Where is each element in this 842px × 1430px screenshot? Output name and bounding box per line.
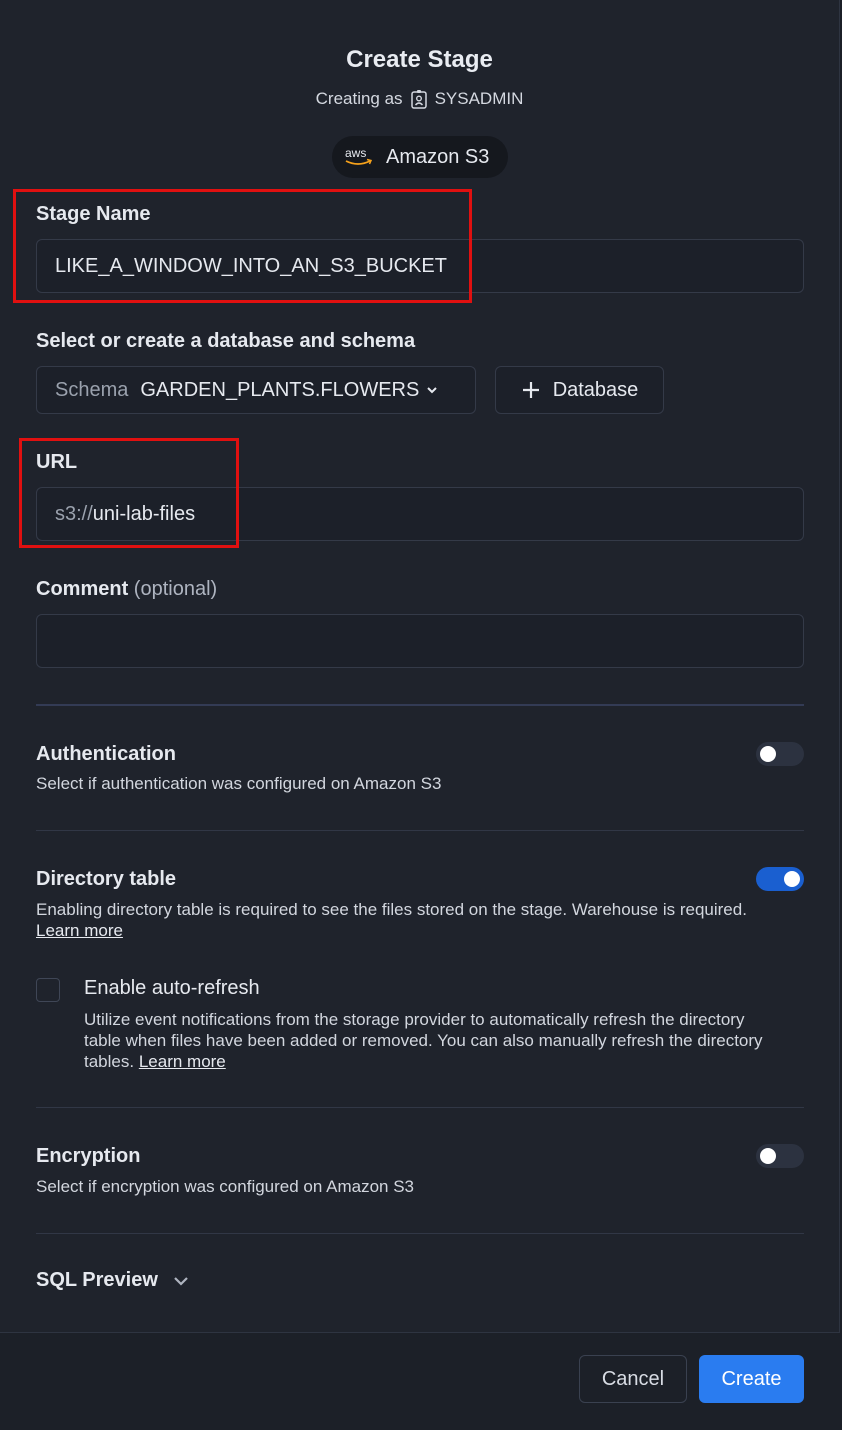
highlight-url (19, 438, 239, 548)
comment-input[interactable] (36, 614, 804, 668)
auto-refresh-checkbox[interactable] (36, 978, 60, 1002)
comment-label: Comment (optional) (36, 578, 217, 601)
cancel-button[interactable]: Cancel (579, 1355, 687, 1403)
auto-refresh-learn-more-link[interactable]: Learn more (139, 1052, 226, 1071)
schema-section-label: Select or create a database and schema (36, 330, 416, 352)
directory-table-learn-more-link[interactable]: Learn more (36, 921, 123, 940)
aws-logo-icon: aws (345, 146, 373, 165)
comment-label-text: Comment (36, 578, 129, 600)
toggle-knob (760, 746, 776, 762)
auto-refresh-description: Utilize event notifications from the sto… (84, 1009, 784, 1072)
chevron-down-icon (427, 387, 438, 394)
section-divider (36, 1233, 804, 1234)
user-badge-icon (410, 90, 427, 109)
toggle-knob (784, 871, 800, 887)
chevron-down-icon (174, 1276, 188, 1286)
section-divider (36, 830, 804, 831)
section-divider (36, 1107, 804, 1108)
authentication-toggle[interactable] (756, 742, 804, 766)
schema-select-prefix: Schema (55, 378, 129, 401)
encryption-description: Select if encryption was configured on A… (36, 1177, 414, 1196)
encryption-title: Encryption (36, 1145, 141, 1167)
aws-logo-text: aws (345, 146, 366, 160)
directory-table-toggle[interactable] (756, 867, 804, 891)
add-database-label: Database (552, 378, 639, 401)
sql-preview-toggle[interactable]: SQL Preview (36, 1269, 190, 1292)
authentication-title: Authentication (36, 743, 176, 765)
authentication-description: Select if authentication was configured … (36, 774, 442, 793)
creating-as-line: Creating as SYSADMIN (0, 89, 839, 109)
creating-as-label: Creating as (315, 89, 403, 108)
dialog-title: Create Stage (346, 46, 493, 73)
highlight-stage-name (13, 189, 472, 303)
plus-icon (522, 382, 539, 398)
sql-preview-label: SQL Preview (36, 1269, 158, 1291)
directory-table-title: Directory table (36, 868, 177, 890)
encryption-toggle[interactable] (756, 1144, 804, 1168)
toggle-knob (760, 1148, 776, 1164)
directory-table-description: Enabling directory table is required to … (36, 899, 776, 941)
directory-table-description-text: Enabling directory table is required to … (36, 900, 747, 919)
create-stage-dialog: Create Stage Creating as SYSADMIN aws Am… (0, 0, 840, 1430)
create-button[interactable]: Create (699, 1355, 804, 1403)
schema-select-value: GARDEN_PLANTS.FLOWERS (140, 378, 420, 401)
role-name: SYSADMIN (434, 89, 524, 108)
auto-refresh-label: Enable auto-refresh (84, 977, 260, 999)
comment-optional-hint: (optional) (133, 578, 218, 600)
add-database-button[interactable]: Database (495, 366, 664, 414)
section-divider (36, 704, 804, 706)
provider-label: Amazon S3 (386, 145, 490, 168)
provider-badge: aws Amazon S3 (332, 136, 508, 178)
schema-select[interactable]: Schema GARDEN_PLANTS.FLOWERS (36, 366, 476, 414)
